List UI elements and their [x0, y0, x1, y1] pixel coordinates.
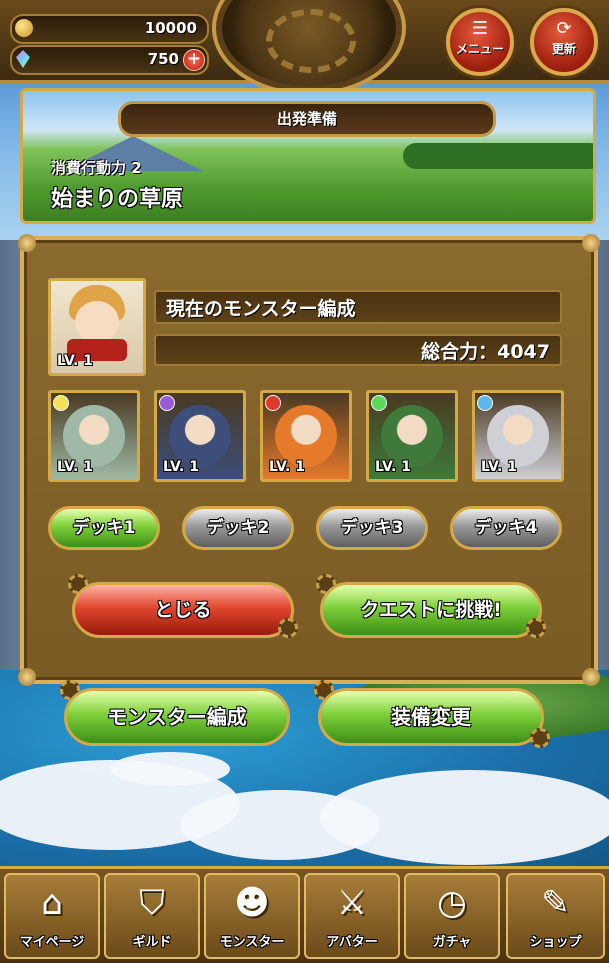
refresh-button[interactable]: ⟳ 更新: [530, 8, 598, 76]
bottom-tab-bar: ⌂ マイページ ⛉ ギルド ☻ モンスター ⚔ アバター ◷ ガチャ ✎ ショッ…: [0, 866, 609, 963]
monster-level: LV. 1: [269, 459, 305, 475]
tab-label: ギルド: [132, 935, 172, 950]
gold-counter: 10000: [10, 14, 209, 44]
plus-icon[interactable]: +: [183, 49, 205, 71]
sword-icon: ⚔: [336, 883, 368, 923]
feather-icon: ✎: [541, 883, 570, 923]
monster-level: LV. 1: [481, 459, 517, 475]
action-row: とじる クエストに挑戦!: [48, 574, 568, 642]
close-button[interactable]: とじる: [72, 582, 294, 638]
tab-monster[interactable]: ☻ モンスター: [204, 873, 300, 959]
monster-slot[interactable]: LV. 1: [472, 390, 564, 482]
element-icon: [265, 395, 281, 411]
deck-selector: デッキ1 デッキ2 デッキ3 デッキ4: [48, 506, 568, 552]
equipment-change-button[interactable]: 装備変更: [318, 688, 544, 746]
gem-counter: 750 +: [10, 45, 209, 75]
monster-portrait: [63, 405, 125, 467]
gem-icon: [16, 50, 30, 68]
monster-slot[interactable]: LV. 1: [48, 390, 140, 482]
page-title: 出発準備: [118, 101, 496, 137]
clock-icon: ◷: [437, 883, 467, 923]
tab-gacha[interactable]: ◷ ガチャ: [404, 873, 500, 959]
gem-value: 750: [147, 50, 179, 68]
leader-portrait[interactable]: LV. 1: [48, 278, 146, 376]
formation-panel: LV. 1 現在のモンスター編成 総合力：4047 LV. 1 LV. 1 LV…: [18, 234, 600, 686]
shield-icon: ⛉: [139, 883, 165, 923]
monster-level: LV. 1: [57, 459, 93, 475]
total-power: 総合力：4047: [154, 334, 562, 366]
monster-slot[interactable]: LV. 1: [260, 390, 352, 482]
monster-level: LV. 1: [163, 459, 199, 475]
gear-icon: [526, 618, 546, 638]
tab-label: ガチャ: [432, 935, 472, 950]
menu-button[interactable]: ☰ メニュー: [446, 8, 514, 76]
tab-shop[interactable]: ✎ ショップ: [506, 873, 605, 959]
monster-portrait: [169, 405, 231, 467]
monster-portrait: [275, 405, 337, 467]
monster-portrait: [381, 405, 443, 467]
quest-name: 始まりの草原: [51, 187, 184, 212]
refresh-icon: ⟳: [556, 18, 572, 39]
leader-level: LV. 1: [57, 353, 93, 369]
deck-tab-1[interactable]: デッキ1: [48, 506, 160, 550]
menu-label: メニュー: [455, 42, 504, 56]
deck-tab-2[interactable]: デッキ2: [182, 506, 294, 550]
tab-label: ショップ: [529, 935, 582, 950]
tab-mypage[interactable]: ⌂ マイページ: [4, 873, 100, 959]
gear-icon: [530, 728, 550, 748]
coin-icon: [15, 19, 33, 37]
start-quest-button[interactable]: クエストに挑戦!: [320, 582, 542, 638]
gold-value: 10000: [144, 19, 197, 37]
tab-avatar[interactable]: ⚔ アバター: [304, 873, 400, 959]
deck-tab-4[interactable]: デッキ4: [450, 506, 562, 550]
element-icon: [53, 395, 69, 411]
monster-portrait: [487, 405, 549, 467]
tab-label: モンスター: [219, 935, 285, 950]
monster-slot[interactable]: LV. 1: [366, 390, 458, 482]
monster-slots: LV. 1 LV. 1 LV. 1 LV. 1 LV. 1: [48, 390, 568, 486]
element-icon: [477, 395, 493, 411]
deck-tab-3[interactable]: デッキ3: [316, 506, 428, 550]
home-icon: ⌂: [41, 883, 63, 923]
element-icon: [371, 395, 387, 411]
tab-label: アバター: [326, 935, 378, 950]
monster-formation-button[interactable]: モンスター編成: [64, 688, 290, 746]
monster-slot[interactable]: LV. 1: [154, 390, 246, 482]
gear-icon: [278, 618, 298, 638]
element-icon: [159, 395, 175, 411]
stamina-cost: 消費行動力 2: [51, 159, 142, 177]
refresh-label: 更新: [551, 42, 576, 56]
tab-label: マイページ: [19, 935, 85, 950]
menu-icon: ☰: [471, 18, 489, 39]
formation-title: 現在のモンスター編成: [154, 290, 562, 324]
tab-guild[interactable]: ⛉ ギルド: [104, 873, 200, 959]
monster-level: LV. 1: [375, 459, 411, 475]
bottom-actions: モンスター編成 装備変更: [60, 680, 560, 752]
monster-icon: ☻: [234, 883, 270, 923]
